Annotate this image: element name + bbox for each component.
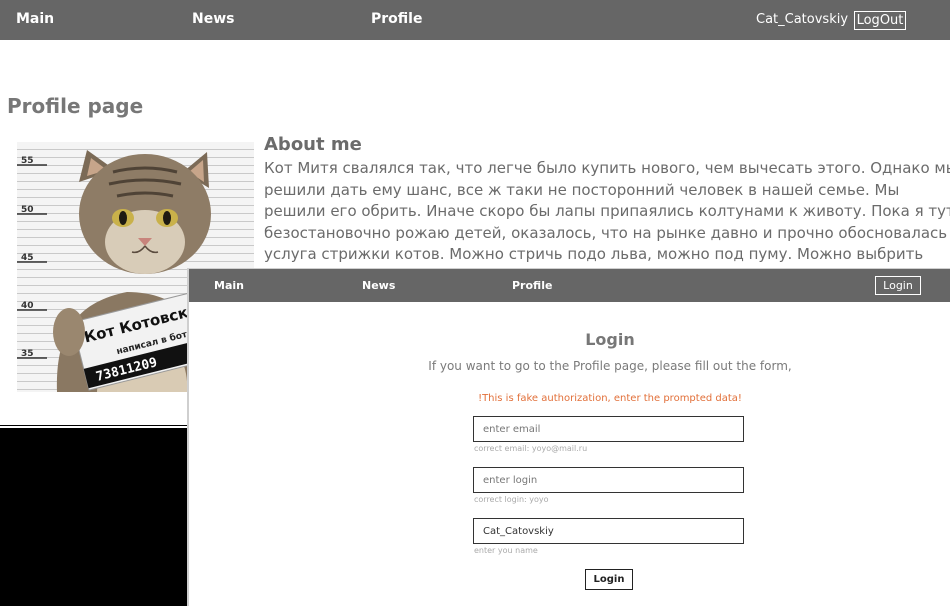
login-submit-button[interactable]: Login — [585, 569, 633, 590]
login-field[interactable] — [473, 467, 744, 493]
login-title: Login — [585, 330, 635, 349]
email-hint: correct email: yoyo@mail.ru — [474, 444, 588, 453]
height-mark-55: 55 — [21, 156, 34, 166]
height-mark-45: 45 — [21, 253, 34, 263]
login-subtitle: If you want to go to the Profile page, p… — [428, 359, 792, 373]
height-mark-35: 35 — [21, 349, 34, 359]
divider-line — [0, 425, 190, 426]
name-hint: enter you name — [474, 546, 538, 555]
height-mark-40: 40 — [21, 301, 34, 311]
login-window: Main News Profile Login Login If you wan… — [187, 268, 950, 606]
fake-auth-warning: !This is fake authorization, enter the p… — [478, 393, 742, 404]
height-mark-50: 50 — [21, 205, 34, 215]
page-title: Profile page — [7, 94, 144, 118]
login-nav-news-link[interactable]: News — [362, 279, 395, 292]
nav-main-link[interactable]: Main — [16, 11, 54, 27]
name-field[interactable] — [473, 518, 744, 544]
username-label: Cat_Catovskiy — [756, 12, 849, 27]
nav-profile-link[interactable]: Profile — [371, 11, 422, 27]
login-hint: correct login: yoyo — [474, 495, 549, 504]
login-nav-profile-link[interactable]: Profile — [512, 279, 552, 292]
login-nav-main-link[interactable]: Main — [214, 279, 244, 292]
login-navbar: Main News Profile Login — [189, 269, 950, 302]
nav-news-link[interactable]: News — [192, 11, 234, 27]
dark-panel — [0, 428, 190, 606]
about-me-heading: About me — [264, 134, 362, 155]
top-navbar: Main News Profile Cat_Catovskiy LogOut — [0, 0, 950, 40]
logout-button[interactable]: LogOut — [854, 11, 906, 30]
email-field[interactable] — [473, 416, 744, 442]
login-nav-button[interactable]: Login — [875, 276, 921, 295]
